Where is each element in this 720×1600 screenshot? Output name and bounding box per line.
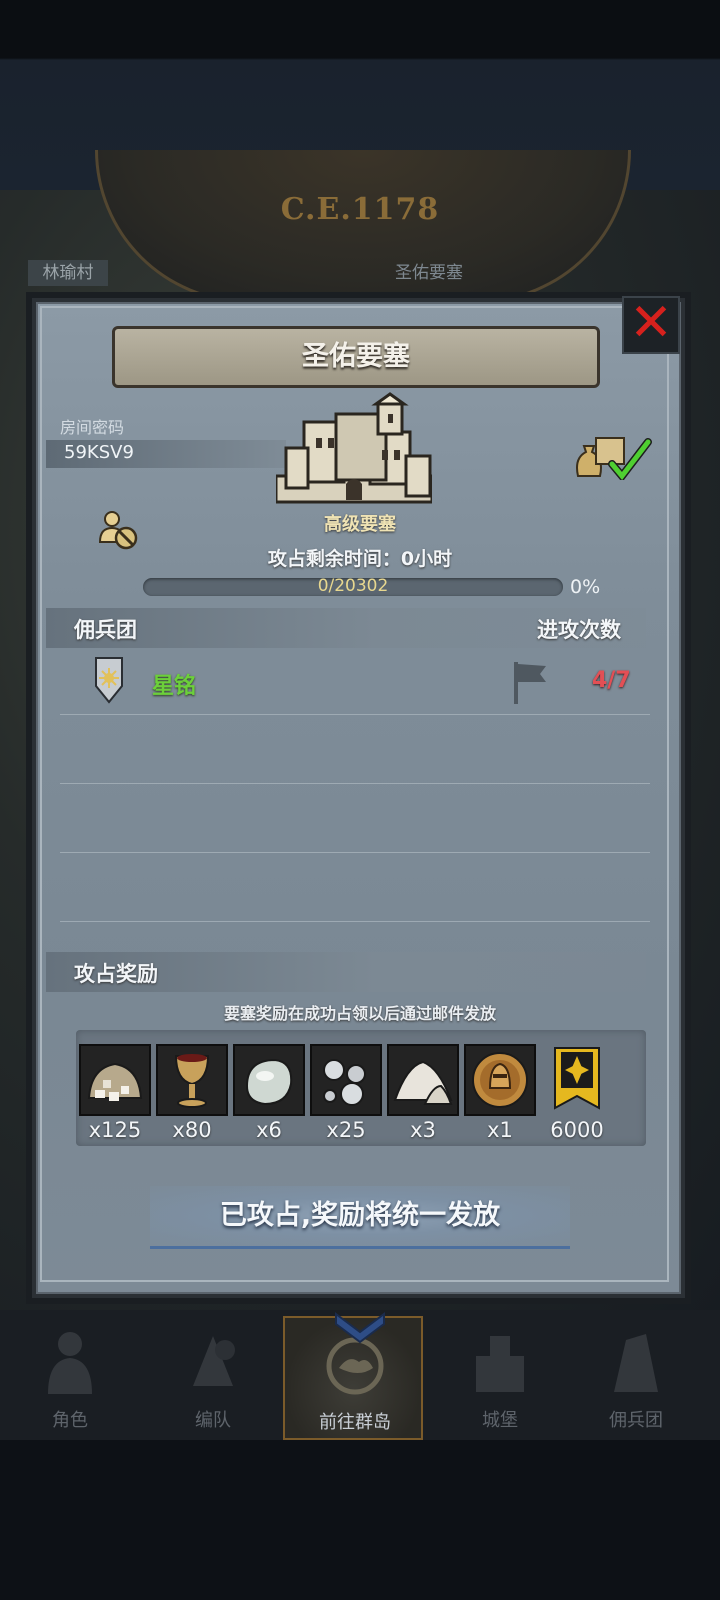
system-bar-area: [0, 1440, 720, 1600]
goblet-icon: [174, 1054, 210, 1108]
nav-label: 佣兵团: [609, 1410, 663, 1431]
map-location-label: 圣佑要塞: [395, 263, 463, 283]
progress-percent: 0%: [570, 576, 601, 598]
reward-item[interactable]: [233, 1044, 305, 1116]
nav-item-character[interactable]: 角色: [0, 1316, 140, 1440]
moonstone-icon: [245, 1058, 293, 1106]
nav-label: 城堡: [482, 1410, 518, 1431]
mercenary-column-title: 佣兵团: [74, 618, 137, 642]
attack-count-column-title: 进攻次数: [537, 618, 621, 642]
guild-name[interactable]: 星铭: [152, 668, 196, 700]
nav-label: 编队: [195, 1410, 231, 1431]
knight-medal-icon: [472, 1052, 528, 1108]
flag-icon: [514, 662, 546, 704]
chevron-down-icon: [335, 1312, 385, 1344]
reward-note: 要塞奖励在成功占领以后通过邮件发放: [223, 1004, 496, 1023]
formation-icon: [193, 1336, 235, 1386]
silver-beads-icon: [323, 1059, 366, 1106]
reward-item[interactable]: [156, 1044, 228, 1116]
character-icon: [48, 1332, 92, 1394]
reward-count: x1: [487, 1118, 513, 1142]
resource-bag-check-icon[interactable]: [574, 434, 654, 480]
reward-item[interactable]: [464, 1044, 536, 1116]
reward-item[interactable]: [310, 1044, 382, 1116]
reward-section-title: 攻占奖励: [74, 962, 158, 986]
reward-count: x25: [326, 1118, 366, 1142]
era-label: C.E.1178: [280, 192, 440, 227]
progress-text: 0/20302: [317, 576, 389, 596]
nav-item-castle[interactable]: 城堡: [430, 1316, 570, 1440]
nav-label: 角色: [52, 1410, 88, 1431]
reward-count: x3: [410, 1118, 436, 1142]
dialog-title: 圣佑要塞: [112, 326, 600, 388]
fortress-icon: [276, 392, 432, 504]
ore-pile-icon: [87, 1062, 143, 1101]
guild-shield-icon: [95, 657, 123, 704]
reward-item[interactable]: [387, 1044, 459, 1116]
reward-count: 6000: [550, 1118, 604, 1142]
reward-item[interactable]: [541, 1044, 613, 1116]
attack-attempts: 4/7: [592, 668, 631, 693]
close-icon[interactable]: ✕: [629, 293, 673, 353]
reward-item[interactable]: [79, 1044, 151, 1116]
row-divider: [60, 783, 650, 784]
row-divider: [60, 714, 650, 715]
map-location-label: 林瑜村: [28, 260, 108, 286]
occupy-remaining-time: 攻占剩余时间：0小时: [267, 548, 453, 570]
powder-pile-icon: [393, 1060, 453, 1105]
nav-item-mercenary[interactable]: 佣兵团: [566, 1316, 706, 1440]
nav-item-formation[interactable]: 编队: [143, 1316, 283, 1440]
reward-count: x125: [88, 1118, 142, 1142]
occupied-status-button[interactable]: 已攻占,奖励将统一发放: [150, 1186, 570, 1249]
nav-label: 前往群岛: [319, 1412, 391, 1433]
mercenary-icon: [614, 1334, 658, 1392]
castle-icon: [476, 1336, 524, 1392]
guild-banner-icon: [554, 1047, 600, 1110]
room-password-label: 房间密码: [60, 418, 125, 437]
row-divider: [60, 852, 650, 853]
close-button[interactable]: ✕: [622, 296, 680, 354]
reward-count: x6: [256, 1118, 282, 1142]
reward-count: x80: [172, 1118, 212, 1142]
row-divider: [60, 921, 650, 922]
room-code: 59KSV9: [64, 442, 134, 463]
